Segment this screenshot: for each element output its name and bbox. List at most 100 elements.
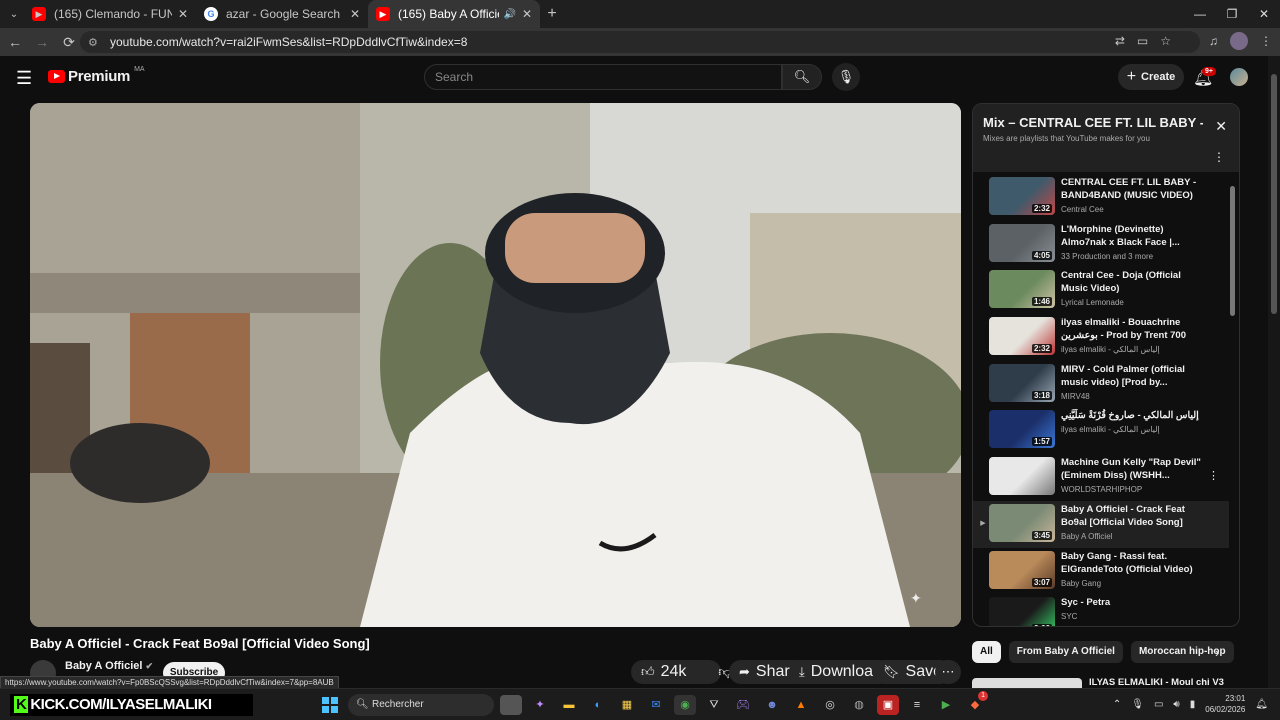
file-explorer-icon[interactable]: ▬ (558, 695, 580, 715)
playlist-item[interactable]: 2:32 ilyas elmaliki - Bouachrine بوعشرين … (973, 314, 1229, 361)
playlist-title[interactable]: Mix – CENTRAL CEE FT. LIL BABY -... (983, 115, 1203, 130)
media-control-icon[interactable]: ♫ (1209, 34, 1218, 48)
forward-arrow-icon[interactable]: → (30, 34, 54, 50)
chevron-up-icon[interactable]: ⌃ (1113, 699, 1121, 710)
playlist-item-channel: ilyas elmaliki - إلياس المالكي (1061, 345, 1160, 355)
playlist-thumbnail[interactable]: 3:18 (989, 363, 1055, 402)
playlist-thumbnail[interactable]: 3:07 (989, 550, 1055, 589)
tab-1[interactable]: ▶ (165) Clemando - FUNDO ft. @ ✕ (24, 0, 196, 28)
youtube-logo[interactable]: Premium MA (48, 66, 145, 85)
create-label: Create (1141, 71, 1176, 83)
restore-icon[interactable]: ❐ (1216, 0, 1248, 28)
windows-start-icon[interactable] (322, 697, 338, 713)
playlist-thumbnail[interactable]: 3:06 (989, 597, 1055, 626)
playlist-menu-icon[interactable]: ⋮ (1213, 150, 1225, 164)
close-tab-icon[interactable]: ✕ (350, 7, 360, 21)
site-info-icon[interactable]: ⚙ (88, 36, 102, 49)
channel-name[interactable]: Baby A Officiel ✔ (65, 660, 153, 672)
playlist-thumbnail[interactable]: 4:05 (989, 223, 1055, 262)
outlook-icon[interactable]: ✉ (645, 695, 667, 715)
address-bar[interactable]: ⚙ youtube.com/watch?v=rai2iFwmSes&list=R… (80, 31, 1200, 53)
like-button[interactable]: 👍︎ 24k (631, 660, 696, 684)
tab-search-icon[interactable]: ⌄ (4, 4, 24, 24)
browser-menu-icon[interactable]: ⋮ (1260, 34, 1272, 48)
playlist-thumbnail[interactable]: 1:57 (989, 410, 1055, 449)
video-player[interactable]: ✦ (30, 103, 961, 627)
playlist-item[interactable]: 3:07 Baby Gang - Rassi feat. ElGrandeToto… (973, 548, 1229, 595)
chevron-right-icon[interactable]: › (1215, 645, 1219, 660)
capcut-icon[interactable]: ⛛ (703, 695, 725, 715)
chip-from-channel[interactable]: From Baby A Officiel (1008, 641, 1123, 663)
copilot-icon[interactable]: ✦ (529, 695, 551, 715)
gamepad-icon[interactable]: 🎮︎ (732, 695, 754, 715)
related-video-thumbnail[interactable] (972, 678, 1082, 688)
edge-icon[interactable]: ◐ (587, 695, 609, 715)
more-actions-button[interactable]: ⋯ (935, 660, 961, 684)
search-input[interactable]: Search (424, 64, 782, 90)
translate-icon[interactable]: ⇄ (1115, 34, 1125, 48)
obs-icon[interactable]: ◎ (819, 695, 841, 715)
playlist-item[interactable]: 4:05 L'Morphine (Devinette) Almo7nak x Bl… (973, 221, 1229, 268)
more-horiz-icon: ⋯ (941, 664, 955, 679)
close-window-icon[interactable]: ✕ (1248, 0, 1280, 28)
playlist-thumbnail[interactable]: 3:45 (989, 503, 1055, 542)
hamburger-menu-icon[interactable]: ☰ (16, 68, 32, 89)
app-icon[interactable]: ◍ (848, 695, 870, 715)
bookmark-star-icon[interactable]: ☆ (1160, 34, 1171, 48)
back-arrow-icon[interactable]: ← (3, 34, 27, 50)
playlist-thumbnail[interactable]: 2:32 (989, 177, 1055, 215)
store-icon[interactable]: ▦ (616, 695, 638, 715)
playlist-item[interactable]: 1:46 Central Cee - Doja (Official Music V… (973, 267, 1229, 314)
playlist-thumbnail[interactable]: 1:46 (989, 270, 1055, 309)
cast-icon[interactable]: ▭ (1137, 34, 1148, 48)
item-menu-icon[interactable]: ⋮ (1208, 469, 1219, 482)
task-view-icon[interactable] (500, 695, 522, 715)
terminal-icon[interactable]: ≡ (906, 695, 928, 715)
clock[interactable]: 23:01 06/02/2026 (1205, 693, 1245, 715)
profile-avatar[interactable] (1230, 32, 1248, 50)
battery-icon[interactable]: ▮ (1190, 699, 1196, 710)
playlist-item-text: Baby A Officiel - Crack Feat Bo9al [Offi… (1061, 503, 1206, 541)
close-tab-icon[interactable]: ✕ (522, 7, 532, 21)
network-icon[interactable]: ▭ (1154, 699, 1163, 710)
playlist-item[interactable]: 1:57 إلياس المالكي - صاروخ قُرْنَةْ سَلْي… (973, 407, 1229, 454)
speaker-icon[interactable]: 🔊 (503, 9, 515, 20)
close-tab-icon[interactable]: ✕ (178, 7, 188, 21)
close-playlist-icon[interactable]: ✕ (1215, 118, 1227, 135)
new-tab-button[interactable]: + (540, 5, 564, 23)
windows-taskbar: K KICK.COM/ILYASELMALIKI 🔍︎ Rechercher ✦ … (0, 688, 1280, 720)
microphone-icon[interactable]: 🎙︎ (1131, 699, 1144, 710)
playlist-item[interactable]: Machine Gun Kelly "Rap Devil" (Eminem Di… (973, 454, 1229, 501)
tab-3-active[interactable]: ▶ (165) Baby A Officiel - Crac 🔊 ✕ (368, 0, 540, 28)
playlist-scrollbar[interactable] (1230, 178, 1235, 624)
playlist-item[interactable]: 3:18 MIRV - Cold Palmer (official music v… (973, 361, 1229, 408)
create-button[interactable]: + Create (1118, 64, 1184, 90)
taskbar-search[interactable]: 🔍︎ Rechercher (348, 694, 494, 716)
duration-badge: 1:46 (1031, 297, 1052, 307)
related-video-title[interactable]: ILYAS ELMALIKI - Moul chi V3 (1089, 677, 1224, 688)
search-button[interactable]: 🔍︎ (782, 64, 822, 90)
editor-icon[interactable]: ▣ (877, 695, 899, 715)
playlist-item[interactable]: 2:32 CENTRAL CEE FT. LIL BABY - BAND4BAND… (973, 174, 1229, 221)
chip-all[interactable]: All (972, 641, 1001, 663)
page-scrollbar[interactable] (1268, 56, 1280, 688)
brave-icon[interactable]: ◆ 1 (964, 691, 988, 715)
account-avatar[interactable] (1230, 68, 1248, 86)
tab-2[interactable]: G azar - Google Search ✕ (196, 0, 368, 28)
notification-center-icon[interactable]: 🔔︎ (1255, 699, 1268, 710)
playlist-item-title: Baby Gang - Rassi feat. ElGrandeToto (Of… (1061, 550, 1193, 575)
chrome-icon[interactable]: ◉ (674, 695, 696, 715)
playlist-item-title: Central Cee - Doja (Official Music Video… (1061, 270, 1181, 295)
playlist-item[interactable]: 3:06 Syc - Petra SYC (973, 594, 1229, 626)
volume-icon[interactable]: 🔊︎ (1173, 699, 1179, 710)
vlc-icon[interactable]: ▲ (790, 695, 812, 715)
play-icon[interactable]: ▶ (935, 695, 957, 715)
playlist-thumbnail[interactable] (989, 457, 1055, 496)
discord-icon[interactable]: ☻ (761, 695, 783, 715)
playlist-item[interactable]: ▶ 3:45 Baby A Officiel - Crack Feat Bo9al … (973, 500, 1229, 548)
reload-icon[interactable]: ⟳ (57, 34, 81, 51)
voice-search-button[interactable]: 🎙︎ (832, 63, 860, 91)
minimize-icon[interactable]: — (1184, 0, 1216, 28)
playlist-thumbnail[interactable]: 2:32 (989, 317, 1055, 356)
playlist-item-channel: 33 Production and 3 more (1061, 251, 1154, 261)
